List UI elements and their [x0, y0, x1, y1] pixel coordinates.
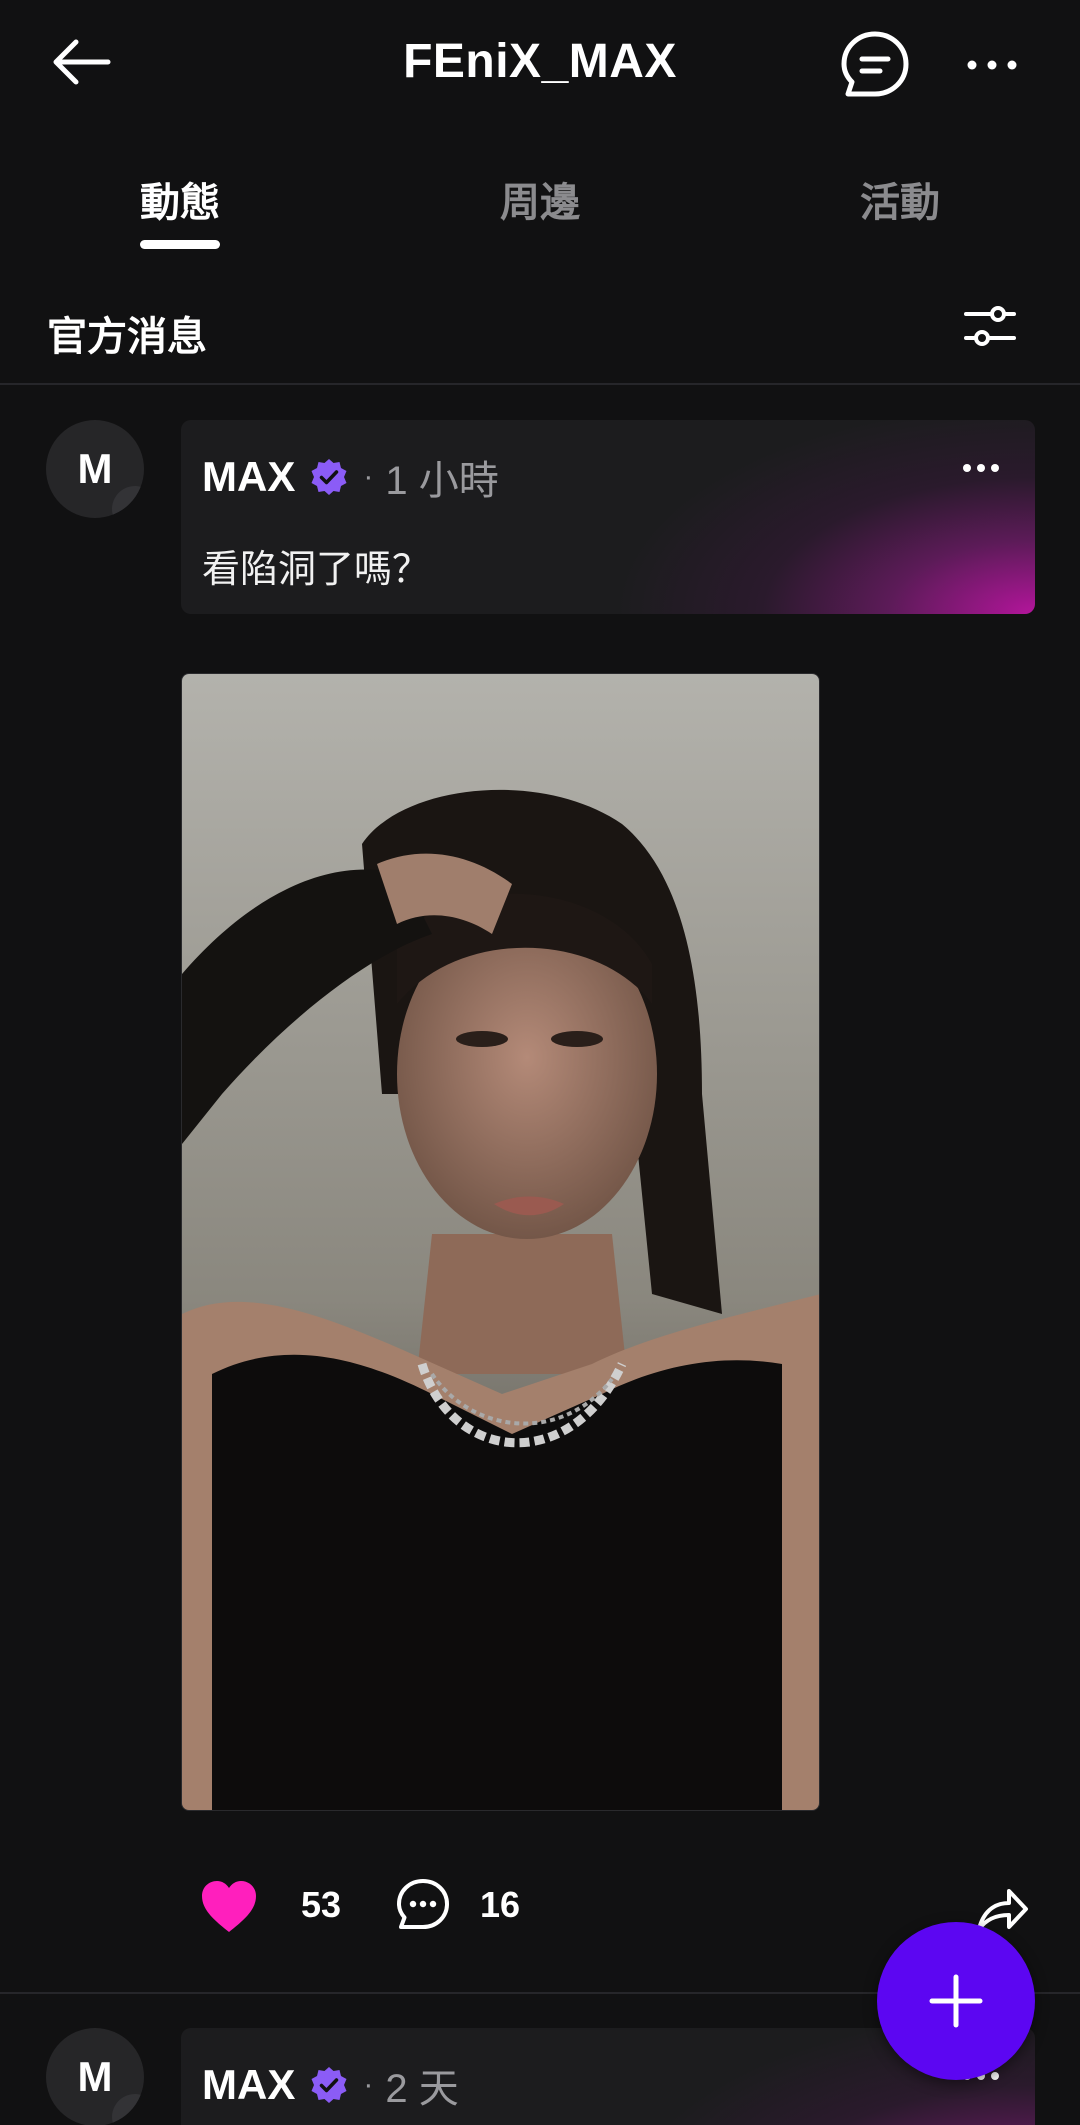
more-horizontal-icon — [967, 60, 1017, 70]
avatar-letter: M — [77, 445, 113, 492]
post-time: 1 小時 — [385, 459, 499, 503]
plus-icon — [929, 1974, 983, 2028]
chat-bubble-icon — [841, 31, 909, 97]
filter-button[interactable] — [962, 298, 1018, 354]
post-header: MAX · 1 小時 — [202, 448, 499, 506]
post-text: 看陷洞了嗎？ — [202, 549, 431, 591]
verified-badge-icon — [311, 2067, 347, 2103]
avatar-letter: M — [77, 2053, 113, 2100]
app-screen: FEniX_MAX 動態 周邊 活動 官方消息 M MAX · 1 小時 看陷洞… — [0, 0, 1080, 2125]
tab-events[interactable]: 活動 — [860, 170, 940, 228]
avatar[interactable]: M — [46, 420, 144, 518]
like-count: 53 — [301, 1884, 342, 1925]
comment-count: 16 — [480, 1884, 521, 1925]
more-horizontal-icon — [963, 464, 999, 472]
create-post-button[interactable] — [877, 1922, 1035, 2080]
meta-separator: · — [363, 460, 374, 493]
chat-button[interactable] — [840, 30, 910, 100]
active-tab-indicator — [140, 240, 220, 249]
post-header: MAX · 2 天 — [202, 2056, 459, 2114]
page-title: FEniX_MAX — [403, 35, 677, 88]
sliders-icon — [964, 306, 1016, 346]
like-button[interactable] — [200, 1880, 258, 1934]
section-header: 官方消息 — [0, 290, 1080, 385]
portrait-image — [182, 674, 819, 1810]
avatar[interactable]: M — [46, 2028, 144, 2125]
author-name[interactable]: MAX — [202, 2061, 295, 2109]
section-title: 官方消息 — [47, 315, 207, 359]
heart-icon — [202, 1881, 256, 1932]
top-bar: FEniX_MAX — [0, 0, 1080, 130]
tab-merch[interactable]: 周邊 — [500, 170, 580, 228]
post-card[interactable]: MAX · 1 小時 看陷洞了嗎？ — [181, 420, 1035, 614]
verified-badge-icon — [311, 459, 347, 495]
tab-feed[interactable]: 動態 — [140, 170, 220, 228]
more-options-button[interactable] — [962, 40, 1022, 90]
tab-bar: 動態 周邊 活動 — [0, 160, 1080, 250]
comment-icon — [397, 1879, 449, 1929]
author-name[interactable]: MAX — [202, 453, 295, 501]
post-photo[interactable] — [181, 673, 820, 1811]
post-more-button[interactable] — [961, 458, 1001, 478]
post-time: 2 天 — [385, 2067, 459, 2111]
comment-button[interactable] — [396, 1878, 450, 1932]
meta-separator: · — [363, 2068, 374, 2101]
